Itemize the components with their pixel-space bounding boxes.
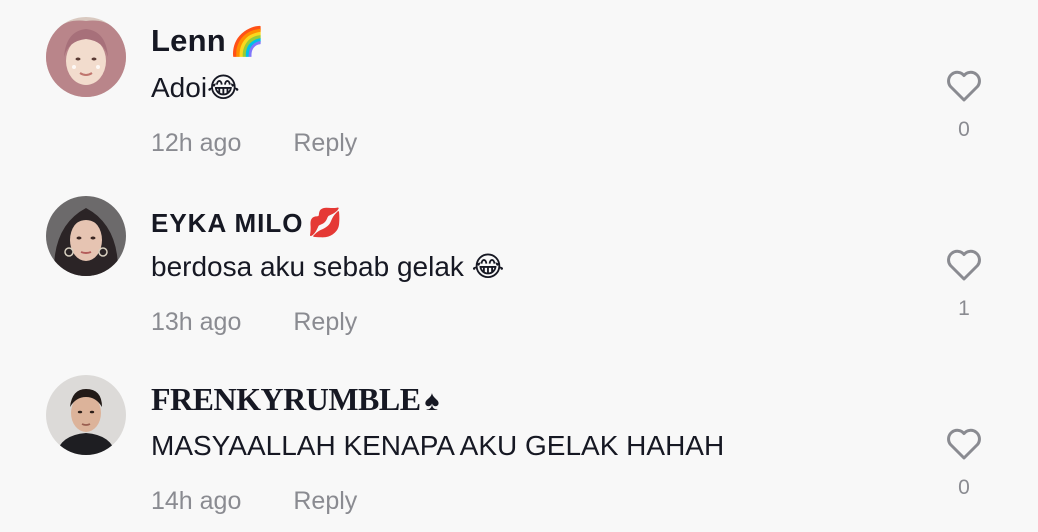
username[interactable]: Lenn 🌈 [151, 22, 265, 61]
username-text: FRENKYRUMBLE [151, 381, 421, 417]
comment-text: MASYAALLAH KENAPA AKU GELAK HAHAH [151, 430, 725, 461]
comment-item: EYKA MILO 💋 berdosa aku sebab gelak 😂 13h… [0, 179, 1038, 357]
avatar[interactable] [46, 17, 126, 97]
spade-icon: ♠ [424, 386, 440, 417]
kiss-mark-icon: 💋 [307, 207, 344, 238]
reply-button[interactable]: Reply [293, 129, 357, 157]
avatar[interactable] [46, 375, 126, 455]
comment-item: Lenn 🌈 Adoi😂 12h ago Reply 0 [0, 0, 1038, 178]
username-text: EYKA MILO [151, 208, 304, 238]
timestamp: 13h ago [151, 308, 242, 336]
like-count: 0 [958, 118, 970, 141]
username[interactable]: EYKA MILO 💋 [151, 204, 343, 242]
username-text: Lenn [151, 23, 226, 58]
heart-icon[interactable] [944, 424, 984, 464]
comment-meta: 14h ago Reply [151, 485, 357, 517]
comment-meta: 13h ago Reply [151, 306, 357, 338]
comment-list: Lenn 🌈 Adoi😂 12h ago Reply 0 EYKA MILO 💋… [0, 0, 1038, 532]
avatar[interactable] [46, 196, 126, 276]
timestamp: 12h ago [151, 129, 242, 157]
username[interactable]: FRENKYRUMBLE ♠ [151, 380, 439, 421]
woman-avatar-icon [46, 196, 126, 276]
comment-meta: 12h ago Reply [151, 127, 357, 159]
rainbow-icon: 🌈 [229, 26, 265, 57]
reply-button[interactable]: Reply [293, 487, 357, 515]
like-count: 0 [958, 476, 970, 499]
like-count: 1 [958, 297, 970, 320]
timestamp: 14h ago [151, 487, 242, 515]
comment-item: FRENKYRUMBLE ♠ MASYAALLAH KENAPA AKU GELA… [0, 358, 1038, 532]
like-control: 0 [935, 66, 993, 142]
man-avatar-icon [46, 375, 126, 455]
comment-text: Adoi😂 [151, 72, 240, 103]
hijab-woman-avatar-icon [46, 17, 126, 97]
heart-icon[interactable] [944, 66, 984, 106]
like-control: 1 [935, 245, 993, 321]
heart-icon[interactable] [944, 245, 984, 285]
like-control: 0 [935, 424, 993, 500]
reply-button[interactable]: Reply [293, 308, 357, 336]
comment-text: berdosa aku sebab gelak 😂 [151, 251, 505, 282]
